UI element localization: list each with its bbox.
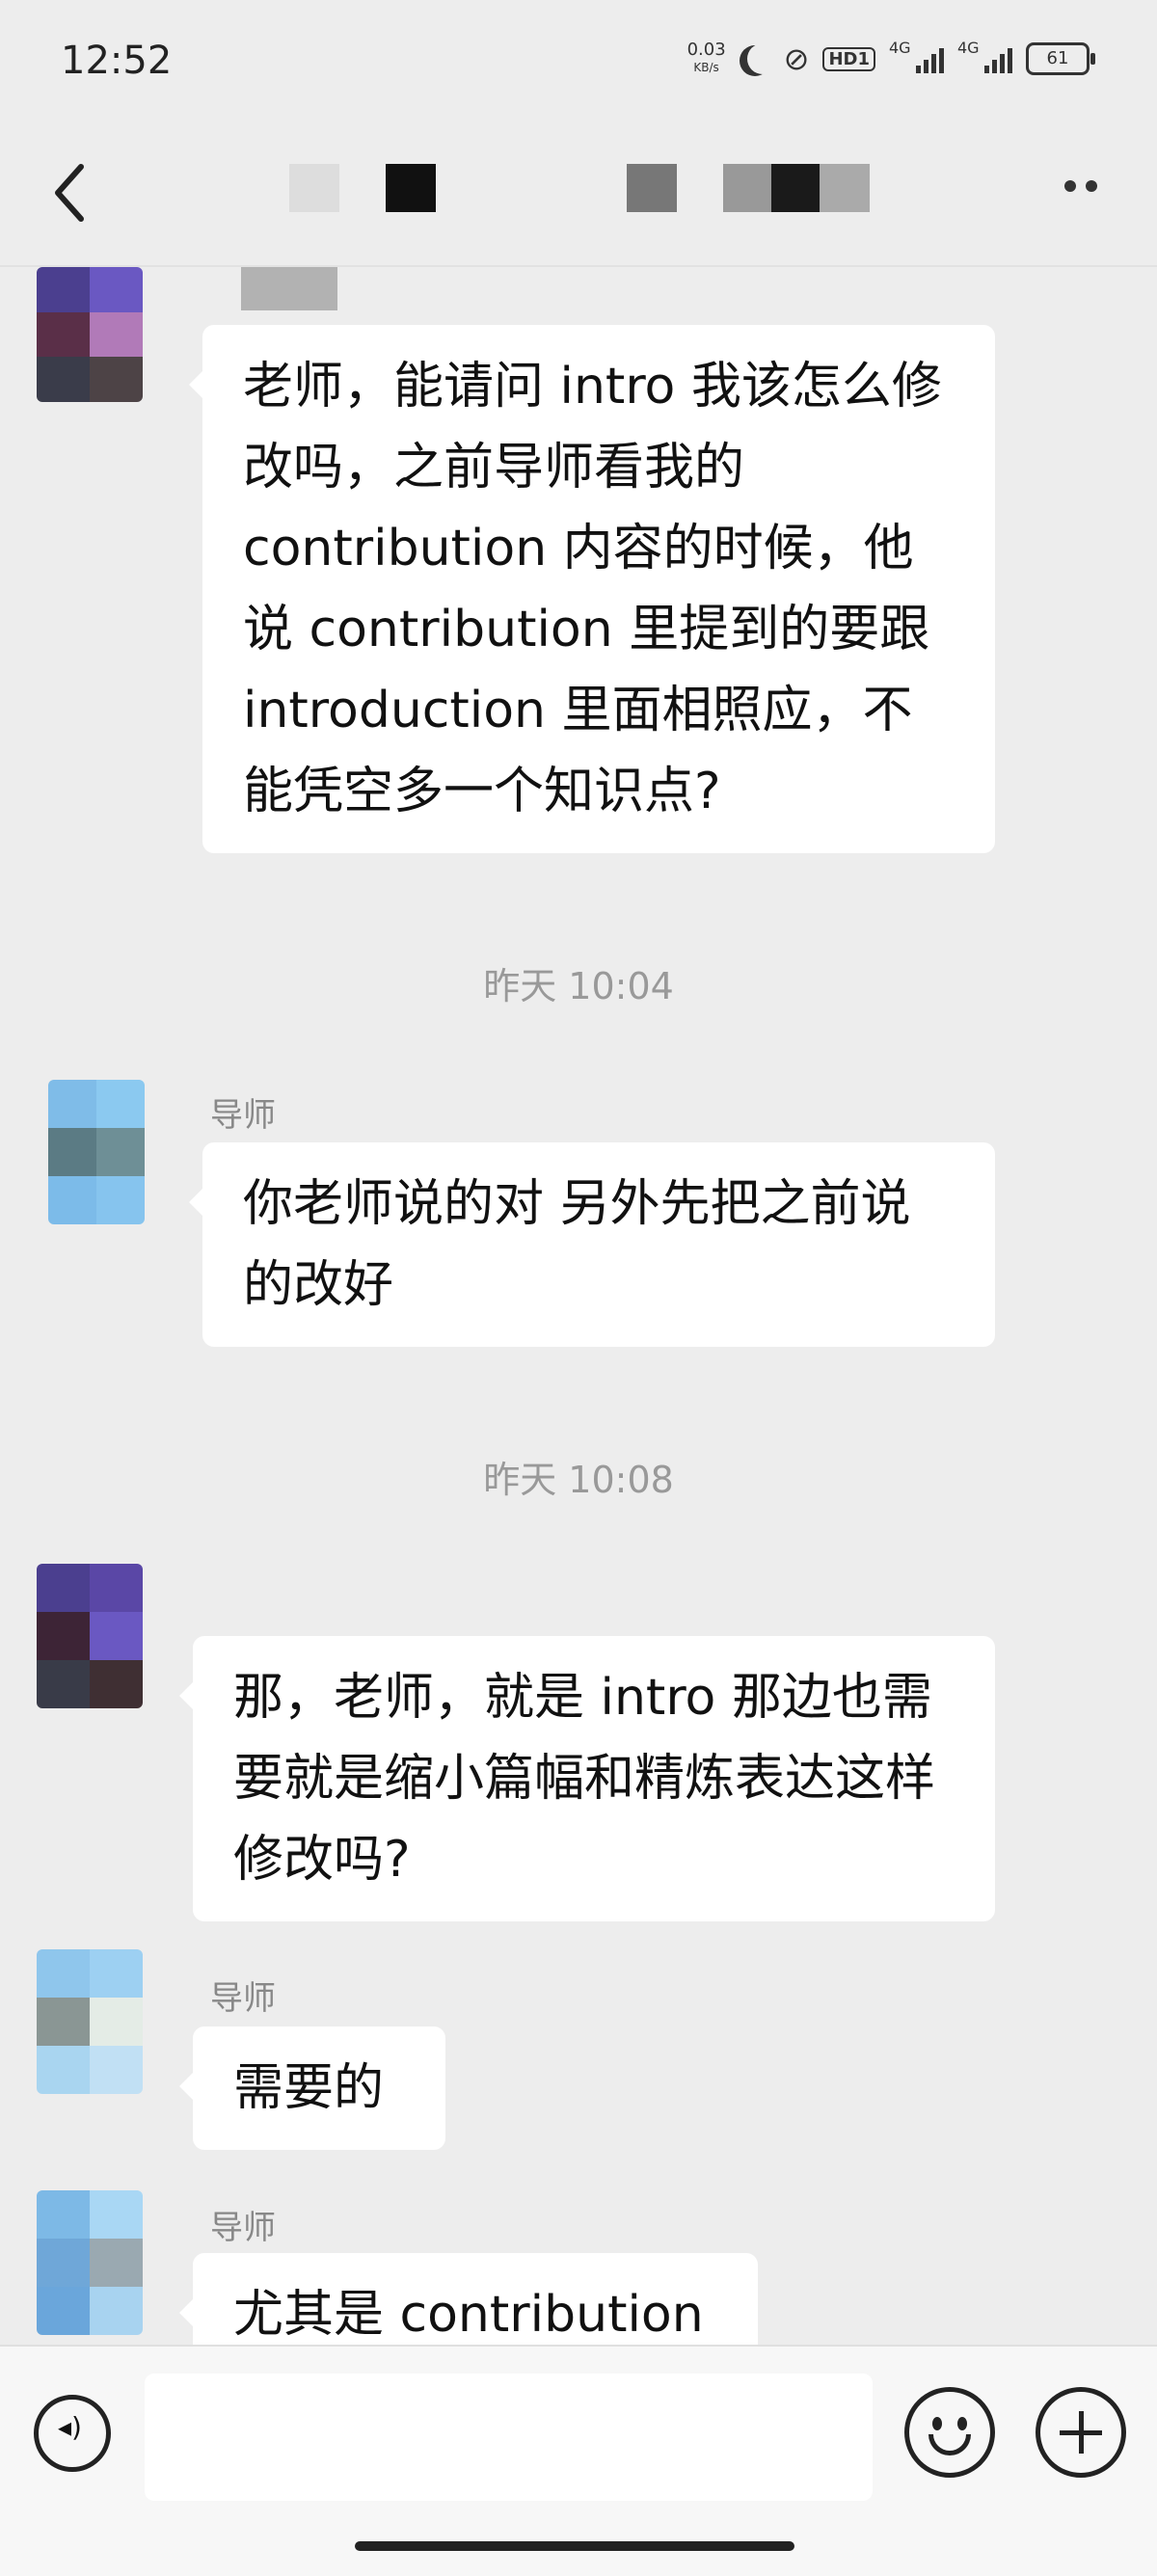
back-icon[interactable] [46,159,94,227]
chat-messages: 老师，能请问 intro 我该怎么修改吗，之前导师看我的 contributio… [0,267,1157,2345]
message-bubble[interactable]: 需要的 [179,2026,445,2150]
avatar-advisor[interactable] [37,2190,143,2335]
status-icons: 0.03 KB/s ⊘ HD1 4G 4G 61 [687,39,1095,77]
timestamp: 昨天 10:04 [483,965,674,1007]
signal-icon-sim1: 4G [889,39,944,73]
net-speed: 0.03 KB/s [687,41,726,76]
avatar-advisor[interactable] [37,1949,143,2094]
sender-name: 导师 [210,2209,276,2247]
message-bubble[interactable]: 老师，能请问 intro 我该怎么修改吗，之前导师看我的 contributio… [189,325,995,853]
message-bubble[interactable]: 那，老师，就是 intro 那边也需要就是缩小篇幅和精炼表达这样修改吗? [179,1636,995,1921]
more-icon[interactable] [1064,180,1097,192]
moon-icon [747,43,778,74]
avatar-self[interactable] [37,1564,143,1708]
message-bubble[interactable]: 你老师说的对 另外先把之前说的改好 [189,1142,995,1347]
battery-level: 61 [1046,48,1069,68]
mute-icon: ⊘ [783,40,810,77]
status-bar: 12:52 0.03 KB/s ⊘ HD1 4G 4G 61 [0,0,1157,130]
sim2-label: 4G [957,39,980,57]
voice-icon[interactable] [34,2395,111,2472]
message-bubble[interactable]: 尤其是 contribution [179,2253,758,2345]
sender-name: 导师 [210,1979,276,2018]
sender-name: 导师 [210,1096,276,1135]
sim1-label: 4G [889,39,911,57]
avatar-self[interactable] [37,267,143,402]
message-input[interactable] [145,2374,873,2501]
net-speed-unit: KB/s [693,61,719,74]
net-speed-value: 0.03 [686,40,726,60]
sender-name-redacted [241,267,337,310]
home-indicator[interactable] [355,2541,794,2551]
hd-badge: HD1 [822,46,875,71]
status-time: 12:52 [61,39,173,83]
chat-header [0,130,1157,267]
signal-icon-sim2: 4G [957,39,1012,73]
plus-icon[interactable] [1036,2387,1126,2478]
timestamp: 昨天 10:08 [483,1459,674,1501]
avatar-advisor[interactable] [48,1080,145,1224]
battery-icon: 61 [1026,42,1095,75]
emoji-icon[interactable] [904,2387,995,2478]
